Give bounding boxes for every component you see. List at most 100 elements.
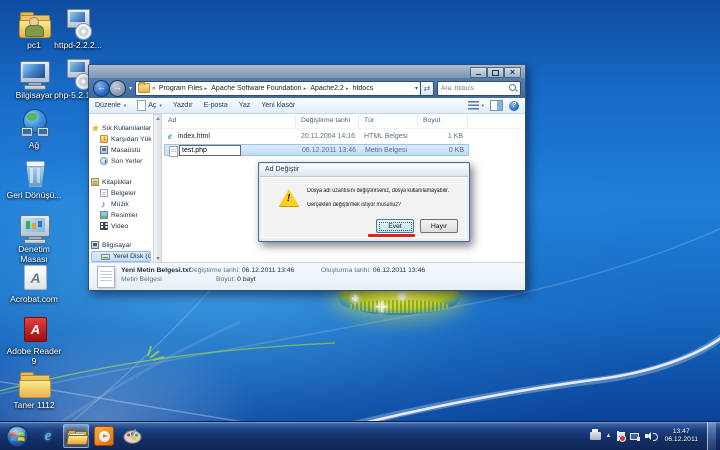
address-dropdown-icon[interactable]: ▾ bbox=[415, 85, 418, 92]
title-bar[interactable] bbox=[89, 65, 525, 79]
column-header-date[interactable]: Değiştirme tarihi bbox=[301, 117, 350, 124]
details-file-name: Yeni Metin Belgesi.txt bbox=[121, 267, 191, 274]
internet-explorer-icon: e bbox=[45, 428, 52, 445]
wallpaper-sparkle bbox=[399, 293, 405, 299]
computer-icon bbox=[16, 58, 52, 90]
desktop: pc1 httpd-2.2.2... Bilgisayar php-5.2.17… bbox=[0, 0, 720, 450]
open-button[interactable]: Aç bbox=[137, 100, 162, 111]
sidebar-item-local-disk-c[interactable]: Yerel Disk (C:) bbox=[91, 251, 151, 262]
music-note-icon bbox=[100, 200, 108, 208]
breadcrumb-prefix: « bbox=[152, 85, 156, 92]
print-button[interactable]: Yazdır bbox=[173, 102, 193, 109]
volume-icon[interactable] bbox=[645, 431, 655, 441]
new-folder-button[interactable]: Yeni klasör bbox=[261, 102, 295, 109]
sidebar-item-video[interactable]: Video bbox=[91, 221, 151, 231]
desktop-icon-taner-folder[interactable]: Taner 1112 bbox=[6, 368, 62, 411]
email-button[interactable]: E-posta bbox=[204, 102, 228, 109]
search-input[interactable] bbox=[438, 83, 509, 94]
yes-button[interactable]: Evet bbox=[376, 219, 414, 233]
sidebar-item-music[interactable]: Müzik bbox=[91, 199, 151, 209]
breadcrumb-apache-software-foundation[interactable]: Apache Software Foundation bbox=[210, 85, 309, 92]
no-button[interactable]: Hayır bbox=[420, 219, 458, 233]
network-status-icon[interactable] bbox=[630, 432, 640, 441]
folder-icon bbox=[16, 368, 52, 400]
taskbar: e ▲ 13:47 06.12.2011 bbox=[0, 421, 720, 450]
rename-input[interactable] bbox=[179, 145, 241, 156]
dialog-body: Dosya adı uzantısını değiştirirseniz, do… bbox=[262, 177, 466, 238]
sidebar-item-documents[interactable]: Belgeler bbox=[91, 188, 151, 198]
sidebar-item-recent-places[interactable]: Son Yerler bbox=[91, 156, 151, 166]
search-box bbox=[437, 81, 521, 96]
preview-pane-icon[interactable] bbox=[490, 100, 503, 111]
details-created: Oluşturma tarihi: 06.12.2011 13:46 bbox=[321, 267, 425, 274]
sidebar-item-favorites[interactable]: Sık Kullanılanlar bbox=[91, 123, 151, 133]
warning-icon bbox=[279, 189, 299, 206]
dialog-title[interactable]: Ad Değiştir bbox=[260, 164, 468, 177]
file-date: 06.12.2011 13:46 bbox=[302, 147, 356, 154]
column-header-name[interactable]: Ad bbox=[168, 117, 176, 124]
organize-button[interactable]: Düzenle bbox=[95, 102, 126, 109]
show-desktop-button[interactable] bbox=[707, 422, 716, 450]
maximize-button[interactable] bbox=[487, 67, 504, 78]
wallpaper-sparkle bbox=[376, 301, 387, 312]
clock-date: 06.12.2011 bbox=[664, 436, 698, 444]
wallpaper-sparkle bbox=[352, 295, 358, 301]
history-dropdown-icon[interactable]: ▾ bbox=[129, 85, 132, 92]
page-icon bbox=[137, 100, 146, 111]
desktop-icon-adobe-reader[interactable]: A Adobe Reader 9 bbox=[6, 314, 62, 366]
burn-button[interactable]: Yaz bbox=[239, 102, 251, 109]
views-icon[interactable] bbox=[468, 101, 479, 110]
breadcrumb-apache22[interactable]: Apache2.2 bbox=[309, 85, 351, 92]
forward-button[interactable]: → bbox=[109, 80, 126, 97]
views-dropdown-icon[interactable]: ▾ bbox=[481, 103, 484, 109]
address-bar[interactable]: « Program Files Apache Software Foundati… bbox=[135, 81, 421, 96]
sidebar-item-computer[interactable]: Bilgisayar bbox=[91, 240, 151, 250]
control-panel-icon bbox=[16, 212, 52, 244]
breadcrumb-program-files[interactable]: Program Files bbox=[158, 85, 210, 92]
network-globe-icon bbox=[16, 108, 52, 140]
taskbar-internet-explorer[interactable]: e bbox=[35, 424, 61, 448]
breadcrumb-htdocs[interactable]: htdocs bbox=[352, 85, 375, 92]
taskbar-clock[interactable]: 13:47 06.12.2011 bbox=[660, 428, 702, 444]
show-hidden-icons-arrow[interactable]: ▲ bbox=[606, 433, 612, 439]
file-date: 20.11.2004 14:16 bbox=[301, 133, 355, 140]
back-button[interactable]: ← bbox=[93, 80, 110, 97]
help-icon[interactable]: ? bbox=[509, 101, 519, 111]
desktop-icon-control-panel[interactable]: Denetim Masası bbox=[6, 212, 62, 264]
close-button[interactable] bbox=[504, 67, 521, 78]
video-icon bbox=[100, 222, 108, 230]
column-header-type[interactable]: Tür bbox=[364, 117, 374, 124]
star-icon bbox=[91, 124, 99, 132]
computer-icon bbox=[91, 241, 99, 249]
documents-icon bbox=[100, 189, 108, 197]
shared-folder-icon bbox=[16, 8, 52, 40]
file-row-test-php[interactable]: 06.12.2011 13:46 Metin Belgesi 0 KB bbox=[164, 144, 469, 156]
sidebar-scrollbar[interactable] bbox=[153, 114, 162, 263]
taskbar-paint[interactable] bbox=[119, 424, 145, 448]
text-document-icon bbox=[97, 266, 115, 288]
taskbar-windows-explorer[interactable] bbox=[63, 424, 89, 448]
sidebar-item-libraries[interactable]: Kitaplıklar bbox=[91, 177, 151, 187]
column-header-size[interactable]: Boyut bbox=[423, 117, 440, 124]
paint-palette-icon bbox=[123, 429, 142, 444]
sidebar-item-desktop[interactable]: Masaüstü bbox=[91, 145, 151, 155]
navigation-bar: ← → ▾ « Program Files Apache Software Fo… bbox=[89, 78, 525, 98]
sidebar-item-downloads[interactable]: Karşıdan Yüklem bbox=[91, 134, 151, 144]
file-row-index-html[interactable]: e index.html 20.11.2004 14:16 HTML Belge… bbox=[164, 131, 469, 143]
breadcrumb: « Program Files Apache Software Foundati… bbox=[152, 85, 413, 92]
file-type: HTML Belgesi bbox=[364, 133, 408, 140]
installer-icon bbox=[60, 8, 96, 40]
desktop-icon-recycle-bin[interactable]: Geri Dönüşü... bbox=[6, 158, 62, 201]
minimize-button[interactable] bbox=[470, 67, 487, 78]
printer-icon[interactable] bbox=[590, 432, 601, 440]
dialog-message-line1: Dosya adı uzantısını değiştirirseniz, do… bbox=[307, 188, 449, 194]
start-button[interactable] bbox=[6, 425, 29, 448]
refresh-button[interactable]: ⇄ bbox=[421, 81, 434, 96]
taskbar-media-player[interactable] bbox=[91, 424, 117, 448]
sidebar-item-pictures[interactable]: Resimler bbox=[91, 210, 151, 220]
desktop-icon-network[interactable]: Ağ bbox=[6, 108, 62, 151]
desktop-icon-acrobat-com[interactable]: A Acrobat.com bbox=[6, 262, 62, 305]
desktop-icon bbox=[100, 146, 108, 154]
desktop-icon-httpd-installer[interactable]: httpd-2.2.2... bbox=[50, 8, 106, 51]
action-center-flag-icon[interactable] bbox=[616, 431, 625, 441]
